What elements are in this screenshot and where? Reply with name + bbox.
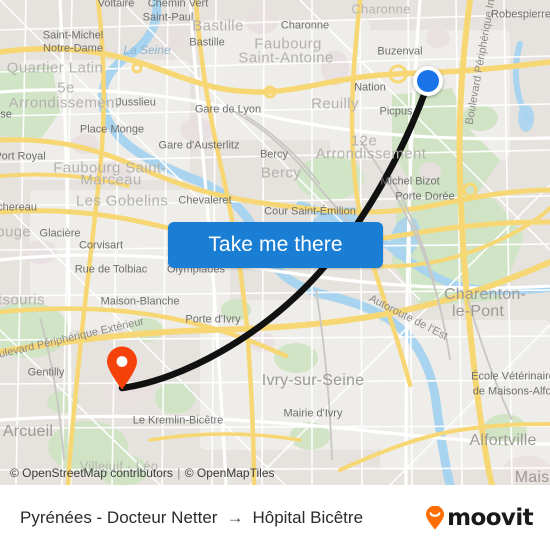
moovit-logo[interactable]: moovit (425, 504, 534, 531)
origin-dot-marker[interactable] (413, 66, 443, 96)
osm-attribution[interactable]: © OpenStreetMap contributors (10, 466, 173, 480)
destination-pin-marker[interactable] (105, 346, 139, 390)
route-origin-label: Pyrénées - Docteur Netter (20, 507, 218, 527)
route-summary: Pyrénées - Docteur Netter → Hôpital Bicê… (20, 508, 363, 528)
attribution-separator: | (177, 466, 181, 480)
moovit-route-map-card: { "map": { "attribution": { "osm": "© Op… (0, 0, 550, 550)
moovit-pin-icon (426, 505, 445, 529)
route-destination-label: Hôpital Bicêtre (252, 507, 364, 527)
map-attribution: © OpenStreetMap contributors | © OpenMap… (10, 466, 275, 480)
footer-bar: Pyrénées - Docteur Netter → Hôpital Bicê… (0, 485, 550, 550)
pin-icon (107, 346, 137, 390)
take-me-there-button[interactable]: Take me there (168, 222, 383, 268)
arrow-right-icon: → (226, 507, 244, 527)
take-me-there-label: Take me there (208, 233, 343, 256)
moovit-wordmark: moovit (447, 504, 533, 531)
map-canvas[interactable]: Voltaire Chemin Vert Charonne Saint-Paul Bas… (0, 0, 550, 485)
openmaptiles-attribution[interactable]: © OpenMapTiles (185, 466, 275, 480)
